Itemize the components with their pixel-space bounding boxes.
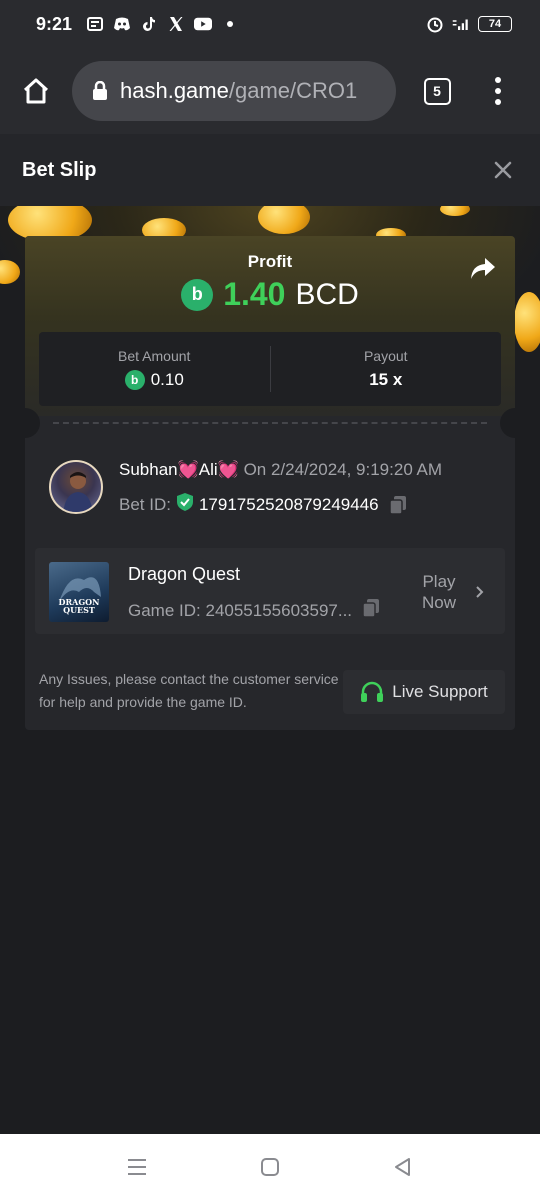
alarm-icon — [426, 16, 444, 33]
headset-icon — [361, 681, 384, 702]
bet-amount-stat: Bet Amount b 0.10 — [39, 332, 270, 406]
recent-apps-button[interactable] — [117, 1147, 157, 1187]
game-id-line: Game ID: 24055155603597... — [128, 598, 380, 623]
bet-id-label: Bet ID: — [119, 494, 171, 514]
back-button[interactable] — [383, 1147, 423, 1187]
home-square-icon — [260, 1158, 279, 1176]
browser-toolbar: hash.game/game/CRO1 5 — [0, 48, 540, 134]
username[interactable]: Subhan💓Ali💓 — [119, 460, 239, 479]
game-thumbnail[interactable]: DRAGON QUEST — [49, 562, 109, 622]
share-button[interactable] — [469, 256, 497, 282]
tab-switcher-button[interactable]: 5 — [396, 48, 478, 134]
user-line: Subhan💓Ali💓 On 2/24/2024, 9:19:20 AM — [119, 460, 442, 480]
payout-stat: Payout 15 x — [271, 332, 502, 406]
play-now-label: Play Now — [421, 572, 456, 612]
system-navigation-bar — [0, 1134, 540, 1200]
copy-game-id-icon[interactable] — [362, 598, 380, 623]
game-name: Dragon Quest — [128, 564, 241, 584]
status-bar: 9:21 74 — [0, 0, 540, 48]
status-notification-icons — [86, 16, 234, 32]
close-button[interactable] — [488, 155, 518, 185]
payout-label: Payout — [363, 348, 408, 364]
ticket-divider — [53, 422, 487, 424]
home-nav-button[interactable] — [250, 1147, 290, 1187]
home-icon — [23, 78, 49, 104]
bet-slip-card: Profit b 1.40 BCD Bet Amount b 0.10 Payo… — [25, 236, 515, 730]
bet-amount-label: Bet Amount — [118, 348, 191, 364]
status-system-icons: 74 — [426, 16, 512, 33]
profit-amount: b 1.40 BCD — [25, 276, 515, 313]
bet-amount-value: 0.10 — [150, 370, 184, 389]
home-button[interactable] — [0, 48, 72, 134]
more-notifications-dot — [227, 21, 234, 27]
game-info-row: DRAGON QUEST Dragon Quest Game ID: 24055… — [35, 548, 505, 634]
news-icon — [86, 16, 104, 32]
bet-id-line: Bet ID: 1791752520879249446 — [119, 492, 407, 517]
chevron-right-icon — [475, 585, 485, 599]
tab-count: 5 — [423, 77, 451, 105]
recent-apps-icon — [127, 1159, 146, 1175]
x-icon — [167, 16, 185, 32]
tiktok-icon — [140, 16, 158, 32]
copy-bet-id-icon[interactable] — [388, 495, 407, 515]
bet-user-info: Subhan💓Ali💓 On 2/24/2024, 9:19:20 AM Bet… — [49, 460, 499, 516]
bet-id-value: 1791752520879249446 — [198, 494, 379, 514]
share-icon — [471, 258, 495, 279]
youtube-icon — [194, 16, 213, 32]
menu-dot-icon — [495, 99, 501, 105]
coin-decoration — [514, 292, 540, 352]
live-support-button[interactable]: Live Support — [343, 670, 505, 714]
game-id-text: Game ID: 24055155603597... — [128, 601, 352, 621]
profit-value: 1.40 — [223, 276, 286, 312]
signal-icon — [452, 16, 470, 32]
verified-shield-icon — [175, 492, 195, 517]
bet-stats: Bet Amount b 0.10 Payout 15 x — [39, 332, 501, 406]
profit-label: Profit — [247, 252, 293, 271]
profit-currency: BCD — [295, 277, 359, 311]
page-title: Bet Slip — [22, 158, 97, 181]
lock-icon — [92, 81, 108, 101]
bcd-coin-icon: b — [124, 370, 145, 390]
discord-icon — [113, 16, 131, 32]
url-host: hash.game — [120, 78, 229, 103]
status-time: 9:21 — [36, 13, 73, 34]
play-now-button[interactable]: Play Now — [415, 568, 495, 616]
battery-icon: 74 — [478, 16, 512, 32]
browser-menu-button[interactable] — [478, 48, 518, 134]
bet-slip-header: Bet Slip — [0, 134, 540, 206]
payout-value: 15 x — [369, 370, 403, 389]
avatar[interactable] — [49, 460, 103, 514]
close-icon — [494, 161, 512, 179]
address-bar[interactable]: hash.game/game/CRO1 — [72, 61, 396, 121]
url-path: /game/CRO1 — [228, 78, 358, 103]
support-message: Any Issues, please contact the customer … — [39, 671, 339, 710]
game-id-label: Game ID: — [128, 600, 201, 620]
bet-time: On 2/24/2024, 9:19:20 AM — [243, 460, 443, 479]
bet-amount-value-row: b 0.10 — [124, 370, 184, 390]
back-triangle-icon — [395, 1158, 411, 1176]
coin-decoration — [440, 206, 470, 216]
menu-dot-icon — [495, 88, 501, 94]
coin-decoration — [258, 206, 310, 234]
bcd-coin-icon: b — [181, 278, 214, 311]
game-id-value: 24055155603597... — [205, 600, 353, 620]
menu-dot-icon — [495, 77, 501, 83]
live-support-label: Live Support — [392, 682, 488, 701]
coin-decoration — [0, 260, 20, 284]
game-thumbnail-title: DRAGON QUEST — [58, 597, 100, 615]
